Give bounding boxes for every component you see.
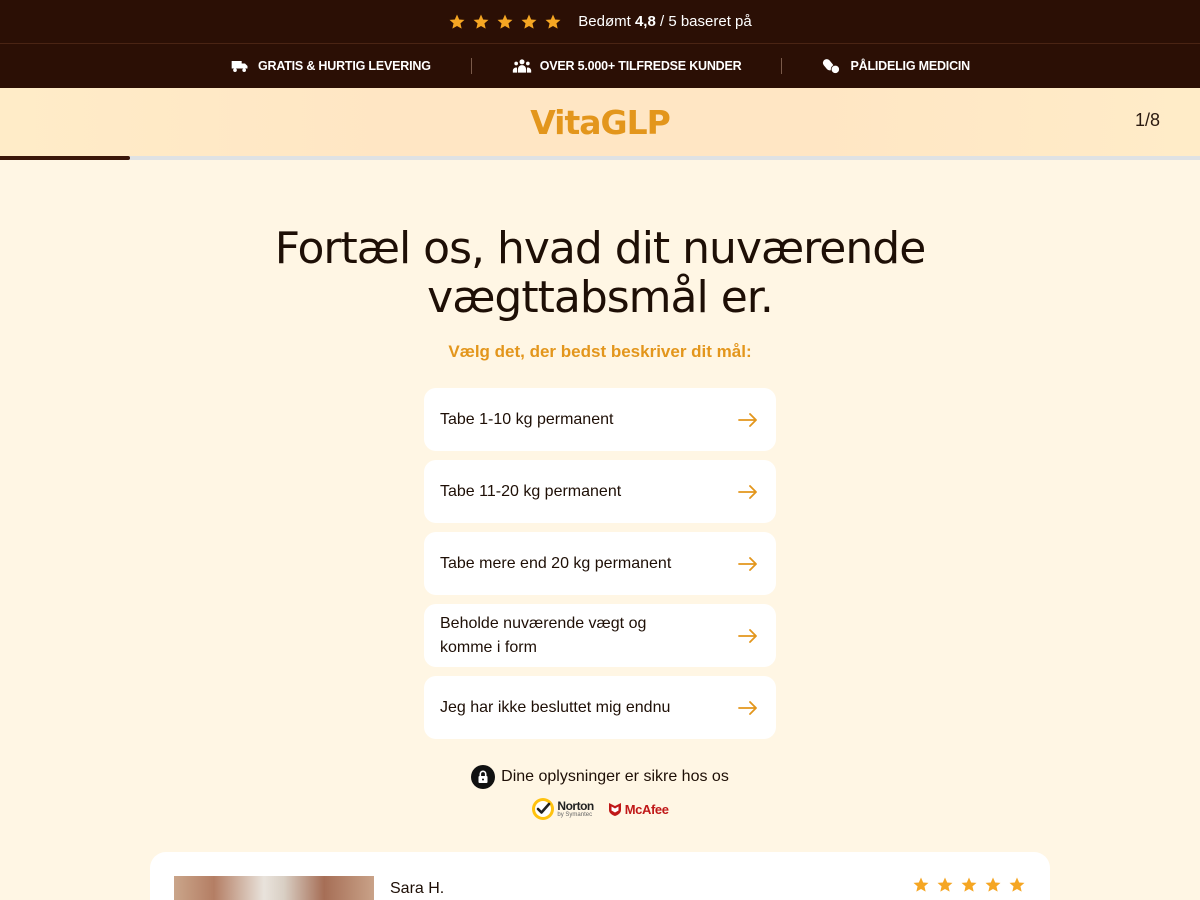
divider — [470, 58, 472, 74]
norton-badge: Norton by Symantec — [531, 797, 594, 821]
star-icon — [912, 876, 930, 894]
mcafee-badge: McAfee — [608, 802, 669, 817]
arrow-right-icon — [738, 484, 758, 499]
star-icon — [984, 876, 1002, 894]
features-bar: GRATIS & HURTIG LEVERING OVER 5.000+ TIL… — [0, 44, 1200, 88]
review-stars — [912, 876, 1026, 894]
option-button[interactable]: Jeg har ikke besluttet mig endnu — [424, 676, 776, 739]
rating-prefix: Bedømt — [578, 13, 631, 30]
rating-value: 4,8 — [634, 13, 656, 30]
rating-bar: Bedømt 4,8 / 5 baseret på — [0, 0, 1200, 44]
star-icon — [544, 13, 562, 31]
star-icon — [936, 876, 954, 894]
option-label: Tabe 11-20 kg permanent — [440, 482, 622, 500]
mcafee-shield-icon — [608, 802, 622, 816]
arrow-right-icon — [738, 700, 758, 715]
review-photo — [174, 876, 374, 900]
option-label: Beholde nuværende vægt og komme i form — [440, 614, 647, 656]
option-label: Tabe 1-10 kg permanent — [440, 410, 614, 428]
feature-delivery: GRATIS & HURTIG LEVERING — [230, 56, 431, 76]
rating-suffix: / 5 baseret på — [659, 13, 752, 30]
lock-icon — [471, 765, 496, 789]
people-icon — [512, 56, 532, 76]
quiz-section: Fortæl os, hvad dit nuværende vægttabsmål… — [0, 224, 1200, 821]
progress-fill — [0, 156, 130, 160]
progress-bar — [0, 156, 1200, 160]
truck-icon — [230, 56, 250, 76]
norton-check-icon — [531, 797, 555, 821]
star-icon — [448, 13, 466, 31]
step-counter: 1/8 — [1134, 110, 1160, 130]
star-icon — [960, 876, 978, 894]
question-title: Fortæl os, hvad dit nuværende vægttabsmål… — [274, 223, 927, 323]
arrow-right-icon — [738, 628, 758, 643]
arrow-right-icon — [738, 412, 758, 427]
options-list: Tabe 1-10 kg permanent Tabe 11-20 kg per… — [424, 388, 776, 739]
feature-label: OVER 5.000+ TILFREDSE KUNDER — [539, 59, 742, 73]
review-author: Sara H. — [390, 880, 445, 897]
option-button[interactable]: Beholde nuværende vægt og komme i form — [424, 604, 776, 667]
feature-label: PÅLIDELIG MEDICIN — [850, 59, 971, 73]
norton-sub: by Symantec — [557, 812, 593, 818]
divider — [781, 58, 783, 74]
site-header: VitaGLP 1/8 — [0, 88, 1200, 156]
security-text: Dine oplysninger er sikre hos os — [501, 768, 729, 785]
feature-label: GRATIS & HURTIG LEVERING — [257, 59, 431, 73]
option-label: Jeg har ikke besluttet mig endnu — [440, 698, 671, 716]
trust-badges: Norton by Symantec McAfee — [0, 797, 1200, 821]
star-icon — [472, 13, 490, 31]
pills-icon — [822, 56, 842, 76]
security-note: Dine oplysninger er sikre hos os — [0, 765, 1200, 789]
feature-medicine: PÅLIDELIG MEDICIN — [822, 56, 970, 76]
option-button[interactable]: Tabe 1-10 kg permanent — [424, 388, 776, 451]
star-icon — [1008, 876, 1026, 894]
arrow-right-icon — [738, 556, 758, 571]
norton-name: Norton — [557, 799, 594, 813]
logo[interactable]: VitaGLP — [530, 103, 671, 142]
rating-text: Bedømt 4,8 / 5 baseret på — [578, 13, 751, 30]
option-button[interactable]: Tabe 11-20 kg permanent — [424, 460, 776, 523]
review-card: Sara H. — [150, 852, 1050, 900]
question-subtitle: Vælg det, der bedst beskriver dit mål: — [448, 342, 752, 361]
option-label: Tabe mere end 20 kg permanent — [440, 554, 672, 572]
star-icon — [520, 13, 538, 31]
rating-stars — [448, 13, 562, 31]
mcafee-label: McAfee — [624, 801, 669, 817]
star-icon — [496, 13, 514, 31]
feature-customers: OVER 5.000+ TILFREDSE KUNDER — [512, 56, 742, 76]
option-button[interactable]: Tabe mere end 20 kg permanent — [424, 532, 776, 595]
